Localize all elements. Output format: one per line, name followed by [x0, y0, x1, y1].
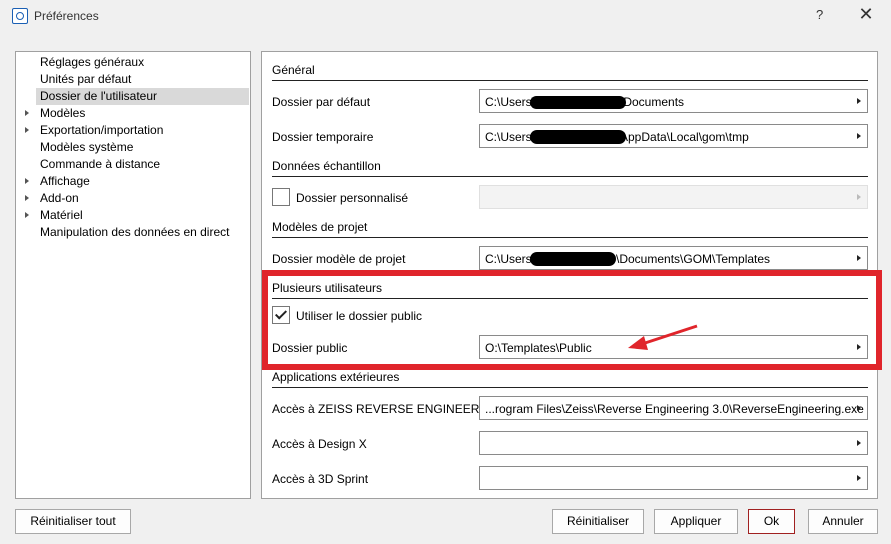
tree-item-label: Réglages généraux [40, 55, 145, 69]
cancel-button[interactable]: Annuler [808, 509, 878, 534]
default-folder-field[interactable]: C:\Users\ \Documents [479, 89, 868, 113]
ok-button[interactable]: Ok [748, 509, 795, 534]
tree-item-label: Exportation/importation [40, 123, 164, 137]
section-divider [272, 176, 868, 177]
tree-item-label: Dossier de l'utilisateur [40, 89, 158, 103]
redaction [530, 96, 626, 109]
template-folder-value-end: \Documents\GOM\Templates [616, 252, 771, 266]
chevron-right-icon[interactable] [857, 405, 861, 411]
apply-button[interactable]: Appliquer [654, 509, 738, 534]
expand-arrow-icon[interactable] [25, 110, 29, 116]
chevron-right-icon[interactable] [857, 194, 861, 200]
custom-folder-checkbox[interactable] [272, 188, 290, 206]
template-folder-label: Dossier modèle de projet [272, 252, 406, 266]
chevron-right-icon[interactable] [857, 133, 861, 139]
section-templates: Modèles de projet [272, 220, 868, 238]
section-title: Données échantillon [272, 159, 381, 173]
tree-item-label: Modèles [40, 106, 86, 120]
template-folder-field[interactable]: C:\Users \Documents\GOM\Templates [479, 246, 868, 270]
tree-item[interactable]: Modèles système [16, 139, 250, 156]
zeiss-label: Accès à ZEISS REVERSE ENGINEERING [272, 402, 501, 416]
chevron-right-icon[interactable] [857, 475, 861, 481]
help-button[interactable]: ? [816, 7, 823, 22]
search-icon [12, 8, 28, 24]
temp-folder-value-end: AppData\Local\gom\tmp [620, 130, 749, 144]
category-tree: Réglages généraux Unités par défaut Dossie… [15, 51, 251, 499]
section-external: Applications extérieures [272, 370, 868, 388]
designx-label: Accès à Design X [272, 437, 367, 451]
close-button[interactable]: ✕ [856, 4, 876, 25]
tree-item-label: Add-on [40, 191, 79, 205]
section-divider [272, 237, 868, 238]
tree-item[interactable]: Réglages généraux [16, 54, 250, 71]
section-divider [272, 387, 868, 388]
tree-item-label: Manipulation des données en direct [40, 225, 230, 239]
zeiss-path-field[interactable]: ...rogram Files\Zeiss\Reverse Engineerin… [479, 396, 868, 420]
tree-item[interactable]: Add-on [16, 190, 250, 207]
annotation-arrow-icon [628, 324, 698, 350]
tree-item-label: Matériel [40, 208, 83, 222]
default-folder-value-end: \Documents [620, 95, 685, 109]
temp-folder-field[interactable]: C:\Users\ AppData\Local\gom\tmp [479, 124, 868, 148]
tree-item[interactable]: Modèles [16, 105, 250, 122]
tree-item-label: Modèles système [40, 140, 134, 154]
template-folder-value-start: C:\Users [485, 252, 532, 266]
highlight-box [262, 270, 882, 370]
custom-folder-field[interactable] [479, 185, 868, 209]
sprint-path-field[interactable] [479, 466, 868, 490]
tree-item-label: Commande à distance [40, 157, 161, 171]
redaction [530, 252, 616, 266]
section-title: Modèles de projet [272, 220, 368, 234]
tree-item[interactable]: Commande à distance [16, 156, 250, 173]
reset-button[interactable]: Réinitialiser [552, 509, 644, 534]
section-divider [272, 80, 868, 81]
tree-item-label: Unités par défaut [40, 72, 132, 86]
tree-item[interactable]: Matériel [16, 207, 250, 224]
custom-folder-label: Dossier personnalisé [296, 191, 409, 205]
redaction [530, 130, 626, 144]
title-bar: Préférences ? ✕ [0, 0, 891, 33]
chevron-right-icon[interactable] [857, 255, 861, 261]
chevron-right-icon[interactable] [857, 98, 861, 104]
window-title: Préférences [34, 9, 99, 23]
section-general: Général [272, 63, 868, 81]
tree-item[interactable]: Affichage [16, 173, 250, 190]
expand-arrow-icon[interactable] [25, 127, 29, 133]
section-title: Applications extérieures [272, 370, 400, 384]
temp-folder-value-start: C:\Users\ [485, 130, 536, 144]
reset-all-button[interactable]: Réinitialiser tout [15, 509, 131, 534]
default-folder-value-start: C:\Users\ [485, 95, 536, 109]
chevron-right-icon[interactable] [857, 440, 861, 446]
zeiss-path-value: ...rogram Files\Zeiss\Reverse Engineerin… [485, 402, 864, 416]
default-folder-label: Dossier par défaut [272, 95, 371, 109]
tree-item[interactable]: Exportation/importation [16, 122, 250, 139]
section-sample: Données échantillon [272, 159, 868, 177]
tree-item-label: Affichage [40, 174, 90, 188]
expand-arrow-icon[interactable] [25, 178, 29, 184]
temp-folder-label: Dossier temporaire [272, 130, 374, 144]
tree-item[interactable]: Manipulation des données en direct [16, 224, 250, 241]
section-title: Général [272, 63, 315, 77]
tree-item[interactable]: Unités par défaut [16, 71, 250, 88]
sprint-label: Accès à 3D Sprint [272, 472, 369, 486]
expand-arrow-icon[interactable] [25, 212, 29, 218]
expand-arrow-icon[interactable] [25, 195, 29, 201]
designx-path-field[interactable] [479, 431, 868, 455]
tree-item[interactable]: Dossier de l'utilisateur [36, 88, 249, 105]
